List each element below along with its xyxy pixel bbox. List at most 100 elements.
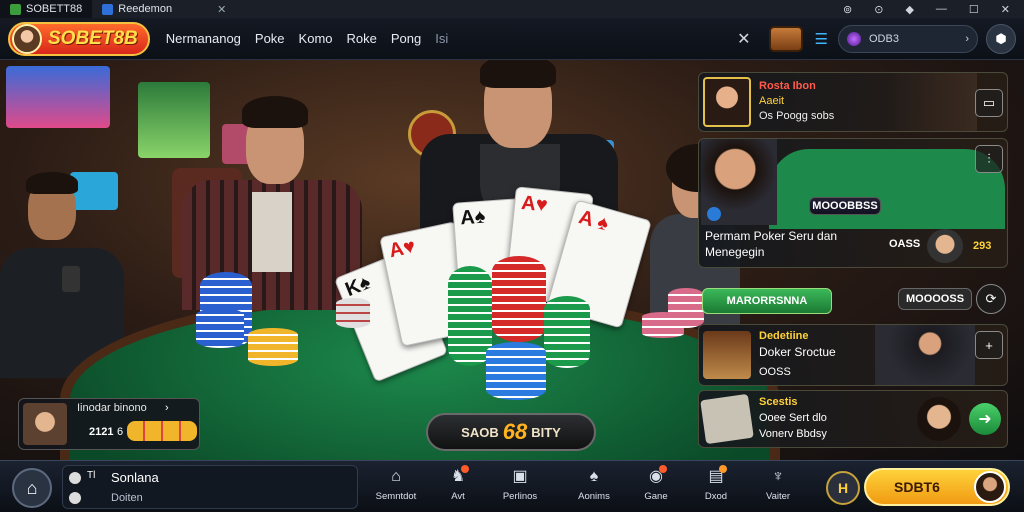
- settings-icon: ⬢: [995, 30, 1007, 46]
- main-nav: Nermananog Poke Komo Roke Pong Isi: [166, 31, 449, 46]
- news-avatar: [917, 397, 961, 441]
- chip-row-icon: [127, 421, 197, 441]
- game-icon: ◉: [645, 465, 667, 487]
- rewards-button[interactable]: MARORRSNNA: [702, 288, 832, 314]
- house-icon: ⌂: [391, 468, 401, 485]
- user-profile-box[interactable]: Tl Sonlana Doiten: [62, 465, 358, 509]
- calendar-button[interactable]: ▭: [975, 89, 1003, 117]
- chip-stack-pink: [668, 288, 704, 328]
- event-value: OOSS: [759, 366, 791, 378]
- tab-reedemon[interactable]: Reedemon ✕: [92, 0, 236, 18]
- nav-dxod[interactable]: ▤ Dxod: [686, 465, 746, 502]
- next-button[interactable]: ➜: [969, 403, 1001, 435]
- notification-dot: [719, 465, 727, 473]
- event-person-image: [875, 325, 975, 385]
- nav-aonims[interactable]: ♠ Aonims: [564, 467, 624, 502]
- event-subtitle: Doker Sroctue: [759, 345, 836, 359]
- info-icon: [707, 207, 721, 221]
- nav-item-pong[interactable]: Pong: [391, 31, 421, 46]
- minimize-button[interactable]: —: [936, 3, 947, 16]
- bottom-navigation: ⌂ Tl Sonlana Doiten ⌂ Semntdot ♞ Avt ▣ Perl…: [0, 460, 1024, 512]
- bet-button-suffix: BITY: [531, 424, 561, 440]
- notification-dot: [461, 465, 469, 473]
- box-icon: ▤: [705, 465, 727, 487]
- add-button[interactable]: +: [975, 331, 1003, 359]
- app-header: SOBET8B Nermananog Poke Komo Roke Pong I…: [0, 18, 1024, 60]
- diamond-icon[interactable]: ◆: [905, 3, 913, 16]
- side-badge[interactable]: MOOOOSS: [898, 288, 972, 310]
- plus-icon: +: [985, 337, 993, 353]
- chevron-right-icon: ›: [965, 32, 969, 45]
- cta-label: SDBT6: [894, 479, 940, 495]
- news-panel[interactable]: Scestis Ooee Sert dlo Vonerv Bbdsy ➜: [698, 390, 1008, 448]
- promo-thumbnail: [703, 77, 751, 127]
- close-window-button[interactable]: ✕: [1001, 3, 1010, 16]
- user-name: Sonlana: [111, 470, 159, 485]
- home-button[interactable]: ⌂: [12, 468, 52, 508]
- close-icon[interactable]: ✕: [737, 29, 750, 49]
- user-tag: Tl: [87, 470, 96, 481]
- promo-headline-2: Menegegin: [705, 245, 765, 259]
- refresh-icon: ⟳: [985, 291, 997, 306]
- nav-item-nermananog[interactable]: Nermananog: [166, 31, 241, 46]
- knight-icon: ♞: [447, 465, 469, 487]
- chip-stack-white: [336, 298, 370, 328]
- nav-item-komo[interactable]: Komo: [299, 31, 333, 46]
- nav-semntdot[interactable]: ⌂ Semntdot: [366, 467, 426, 502]
- brand-logo[interactable]: SOBET8B: [8, 21, 150, 56]
- trident-icon: ♆: [772, 468, 784, 485]
- nav-label: Vaiter: [765, 491, 791, 502]
- news-thumbnail: [700, 393, 754, 445]
- account-icon[interactable]: ⊙: [874, 3, 883, 16]
- nav-label: Semntdot: [375, 491, 417, 502]
- promo-panel-1[interactable]: Rosta Ibon Aaeit Os Poogg sobs ▭: [698, 72, 1008, 132]
- promo-count: OASS: [889, 238, 921, 250]
- user-status-icon: [69, 472, 81, 484]
- extension-icon[interactable]: ⊚: [843, 3, 852, 16]
- news-line-2: Vonerv Bbdsy: [759, 428, 827, 440]
- bet-button-number: 68: [502, 419, 528, 444]
- background-tv: [6, 66, 110, 128]
- player-avatar: [23, 403, 67, 445]
- nav-avt[interactable]: ♞ Avt: [428, 465, 488, 502]
- spade-icon: ♠: [589, 468, 599, 485]
- treasure-chest-icon[interactable]: [768, 25, 803, 52]
- player-info-card[interactable]: Iinodar binono › 2121 6: [18, 398, 200, 450]
- player-chip-suffix: 6: [117, 426, 124, 438]
- mini-table-image: [769, 149, 1005, 229]
- app-icon: [10, 3, 21, 15]
- nav-item-poke[interactable]: Poke: [255, 31, 285, 46]
- brand-badge-icon[interactable]: H: [826, 471, 860, 505]
- nav-item-roke[interactable]: Roke: [347, 31, 377, 46]
- window-titlebar: SOBETT88 Reedemon ✕ ⊚ ⊙ ◆ — ☐ ✕: [0, 0, 1024, 18]
- bet-button[interactable]: SAOB 68 BITY: [426, 413, 596, 451]
- nav-label: Perlinos: [502, 491, 538, 502]
- refresh-button[interactable]: ⟳: [976, 284, 1006, 314]
- promo-line: Os Poogg sobs: [759, 110, 835, 122]
- wallet-selector[interactable]: ODB3 ›: [838, 24, 978, 53]
- play-now-button[interactable]: SDBT6: [864, 468, 1010, 506]
- nav-label: Gane: [644, 491, 668, 502]
- nav-vaiter[interactable]: ♆ Vaiter: [748, 467, 808, 502]
- casino-scene: K♠ A♥ A♠ A♥ A ♠ SAOB 68 BITY Iinodar bin…: [0, 60, 1024, 460]
- news-line-1: Ooee Sert dlo: [759, 412, 827, 424]
- tab-sobett88[interactable]: SOBETT88: [0, 0, 93, 18]
- maximize-button[interactable]: ☐: [969, 3, 979, 16]
- chip-stack-blue: [486, 342, 546, 400]
- nav-label: Dxod: [704, 491, 728, 502]
- promo-subtitle: Aaeit: [759, 95, 785, 107]
- close-tab-icon[interactable]: ✕: [217, 3, 226, 16]
- event-title: Dedetiine: [759, 330, 809, 342]
- nav-perlinos[interactable]: ▣ Perlinos: [490, 467, 550, 502]
- nav-gane[interactable]: ◉ Gane: [626, 465, 686, 502]
- chip-stack-gold: [248, 328, 298, 366]
- promo-panel-2[interactable]: MOOOBBSS ⫶ Permam Poker Seru dan Menegeg…: [698, 138, 1008, 268]
- settings-button[interactable]: ⬢: [986, 23, 1016, 54]
- user-subtitle: Doiten: [111, 492, 143, 504]
- nav-item-isi[interactable]: Isi: [435, 31, 448, 46]
- menu-icon[interactable]: ☰: [815, 30, 828, 48]
- player-chip-amount: 2121: [89, 426, 114, 438]
- event-panel[interactable]: Dedetiine Doker Sroctue OOSS +: [698, 324, 1008, 386]
- stats-button[interactable]: ⫶: [975, 145, 1003, 173]
- promo-badge[interactable]: MOOOBBSS: [809, 197, 881, 215]
